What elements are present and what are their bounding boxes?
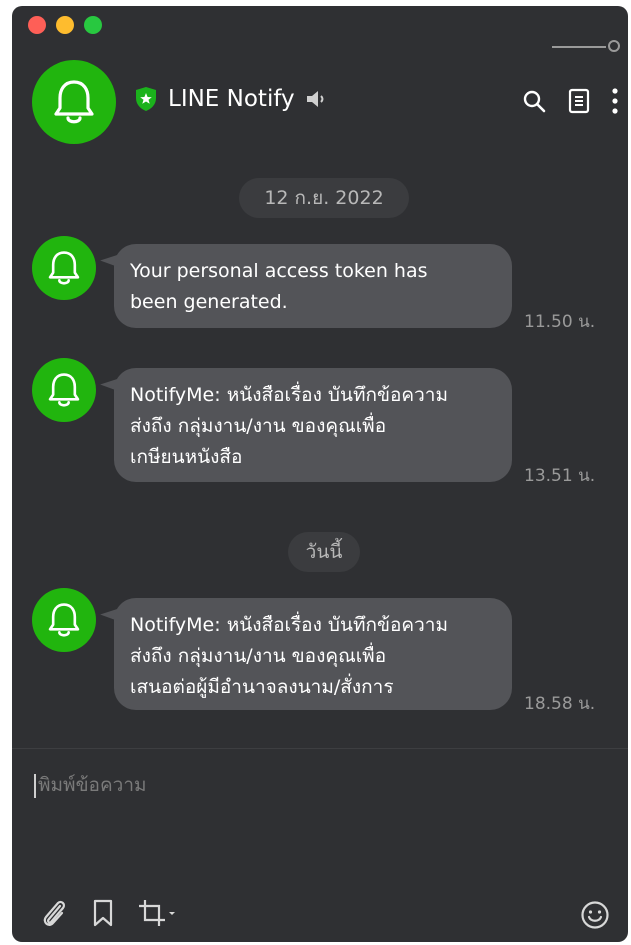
date-separator: วันนี้: [288, 532, 360, 572]
window-opacity-slider[interactable]: [552, 40, 620, 54]
bubble-tail: [100, 601, 122, 621]
message-line: ส่งถึง กลุ่มงาน/งาน ของคุณเพื่อ: [130, 415, 387, 437]
sender-avatar[interactable]: [32, 236, 96, 300]
emoji-icon[interactable]: [580, 900, 610, 930]
bell-icon: [48, 373, 80, 407]
message-bubble[interactable]: Your personal access token has been gene…: [100, 244, 512, 328]
message-bubble[interactable]: NotifyMe: หนังสือเรื่อง บันทึกข้อความ ส่…: [100, 598, 512, 710]
search-icon[interactable]: [522, 89, 546, 113]
sender-avatar[interactable]: [32, 588, 96, 652]
slider-knob[interactable]: [608, 40, 620, 52]
paperclip-icon[interactable]: [40, 898, 68, 928]
bubble-tail: [100, 371, 122, 391]
composer-divider: [12, 748, 628, 749]
slider-track: [552, 46, 606, 48]
bell-icon: [48, 251, 80, 285]
chat-title-row: LINE Notify: [134, 86, 327, 112]
message-time: 13.51 น.: [524, 466, 596, 486]
bell-icon: [48, 603, 80, 637]
profile-avatar[interactable]: [32, 60, 116, 144]
message-line: เสนอต่อผู้มีอำนาจลงนาม/สั่งการ: [130, 676, 394, 698]
message-line: Your personal access token has: [130, 260, 428, 282]
header-actions: [522, 88, 618, 114]
speaker-icon[interactable]: [305, 89, 327, 109]
date-separator: 12 ก.ย. 2022: [239, 178, 409, 218]
more-icon[interactable]: [612, 88, 618, 114]
bubble-tail: [100, 247, 122, 267]
window-controls: [28, 16, 102, 34]
message-input[interactable]: พิมพ์ข้อความ: [34, 770, 147, 800]
bell-icon: [54, 80, 94, 124]
message-line: เกษียนหนังสือ: [130, 446, 243, 468]
sender-avatar[interactable]: [32, 358, 96, 422]
message-bubble[interactable]: NotifyMe: หนังสือเรื่อง บันทึกข้อความ ส่…: [100, 368, 512, 482]
message-input-placeholder: พิมพ์ข้อความ: [38, 774, 147, 796]
message-line: been generated.: [130, 291, 288, 313]
chat-title[interactable]: LINE Notify: [168, 86, 295, 112]
notes-icon[interactable]: [568, 88, 590, 114]
minimize-window-button[interactable]: [56, 16, 74, 34]
message-time: 18.58 น.: [524, 694, 596, 714]
close-window-button[interactable]: [28, 16, 46, 34]
verified-shield-icon: [134, 86, 158, 112]
composer-toolbar: [40, 898, 178, 928]
message-time: 11.50 น.: [524, 312, 596, 332]
message-line: NotifyMe: หนังสือเรื่อง บันทึกข้อความ: [130, 384, 448, 406]
chat-window: LINE Notify 12 ก.ย. 2022 Your personal a…: [12, 6, 628, 942]
bookmark-icon[interactable]: [92, 899, 114, 927]
text-cursor: [34, 773, 36, 798]
message-line: ส่งถึง กลุ่มงาน/งาน ของคุณเพื่อ: [130, 645, 387, 667]
maximize-window-button[interactable]: [84, 16, 102, 34]
message-line: NotifyMe: หนังสือเรื่อง บันทึกข้อความ: [130, 614, 448, 636]
crop-icon[interactable]: [138, 898, 178, 928]
